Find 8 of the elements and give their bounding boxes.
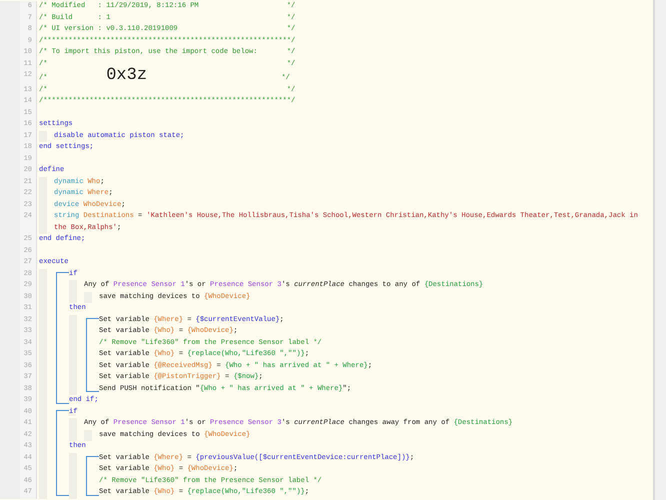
- block-bracket-line: [56, 272, 69, 280]
- block-bracket-line: [86, 456, 99, 464]
- block-bracket-line: [86, 384, 99, 392]
- block-bracket-line: [56, 395, 69, 404]
- block-bracket-line: [86, 318, 99, 326]
- block-bracket-line: [56, 410, 69, 418]
- block-bracket-line: [86, 487, 99, 496]
- block-bracket-line: [56, 487, 69, 496]
